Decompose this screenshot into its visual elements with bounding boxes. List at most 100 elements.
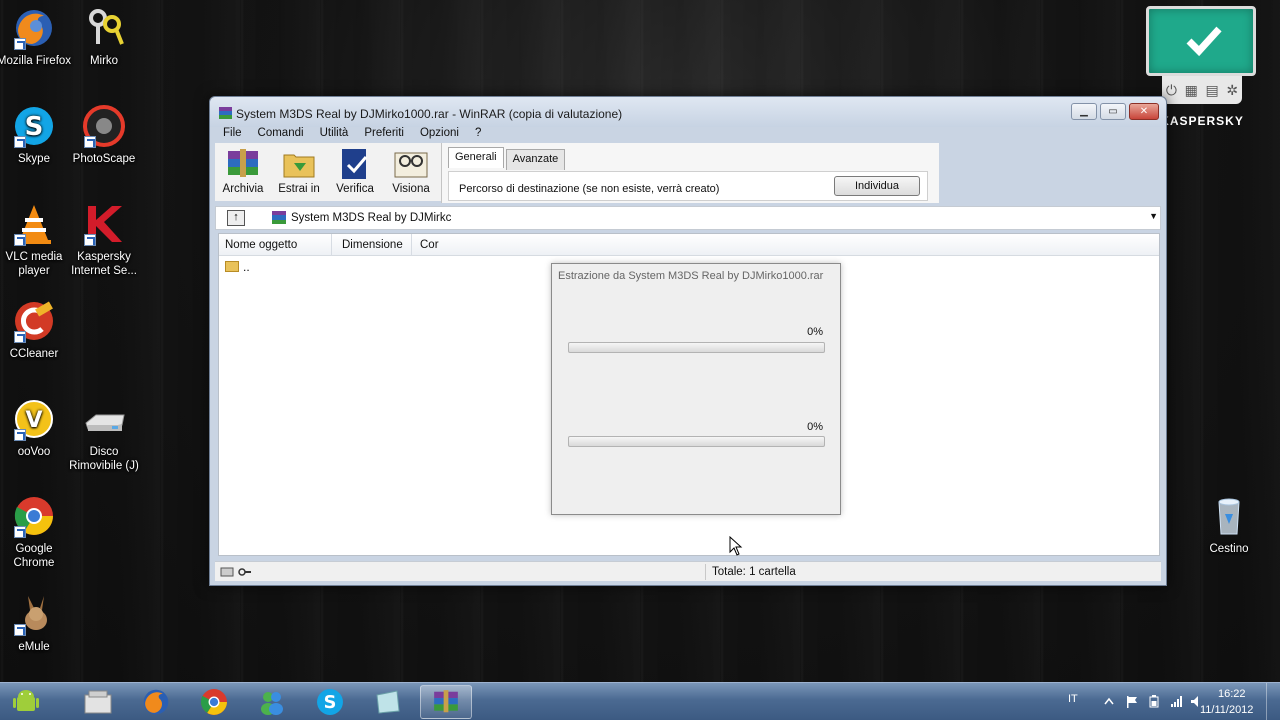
messenger-icon [261,692,283,715]
desktop-icon-label: PhotoScape [72,153,136,165]
address-dropdown-arrow-icon[interactable]: ▼ [1149,211,1158,221]
taskbar: S IT 16:22 11/11/2012 [0,682,1280,720]
column-size[interactable]: Dimensione [342,239,403,251]
kaspersky-gadget-controls: ⏻ ▦ ▤ ✲ [1162,76,1242,104]
shortcut-arrow-icon [14,38,26,50]
desktop-icon-label: Kaspersky Internet Se... [71,251,137,277]
desktop-icon-mirko[interactable]: Mirko [64,6,144,68]
column-compressed[interactable]: Cor [420,239,439,251]
taskbar-winrar[interactable] [420,685,472,719]
extract-to-button[interactable]: Estrai in [271,143,327,201]
taskbar-explorer[interactable] [72,685,124,719]
archive-label: Archivia [222,183,264,195]
power-icon[interactable]: ⏻ [1166,82,1177,99]
status-divider [705,564,706,580]
kaspersky-status-monitor [1146,6,1256,76]
network-signal-icon[interactable] [1170,695,1182,708]
taskbar-messenger[interactable] [246,685,298,719]
test-button[interactable]: Verifica [327,143,383,201]
taskbar-skype[interactable]: S [304,685,356,719]
desktop-icon-emule[interactable]: eMule [0,592,74,654]
winrar-app-icon [219,107,232,119]
archive-button[interactable]: Archivia [215,143,271,201]
close-button[interactable]: ✕ [1129,103,1159,120]
settings-gear-icon[interactable]: ✲ [1226,82,1238,99]
removable-drive-icon [82,397,126,441]
minimize-button[interactable]: ▁ [1071,103,1097,120]
window-title: System M3DS Real by DJMirko1000.rar - Wi… [236,107,623,121]
desktop-icon-removable-disk[interactable]: Disco Rimovibile (J) [64,397,144,473]
maximize-button[interactable]: ▭ [1100,103,1126,120]
menu-comandi[interactable]: Comandi [250,125,312,143]
menu-utilita[interactable]: Utilità [312,125,357,143]
menu-file[interactable]: File [215,125,250,143]
options-body: Percorso di destinazione (se non esiste,… [448,171,928,201]
extraction-progress-dialog[interactable]: Estrazione da System M3DS Real by DJMirk… [551,263,841,515]
taskbar-notes[interactable] [362,685,414,719]
file-list-header: Nome oggetto Dimensione Cor [219,234,1159,256]
view-button[interactable]: Visiona [383,143,439,201]
chrome-icon [12,494,56,538]
address-path: System M3DS Real by DJMirkc [291,212,452,224]
show-desktop-button[interactable] [1266,683,1280,720]
clock-date[interactable]: 11/11/2012 [1200,704,1253,716]
test-label: Verifica [336,183,374,195]
emule-mule-icon [12,592,56,636]
desktop-icon-ccleaner[interactable]: CCleaner [0,299,74,361]
kaspersky-icon [82,202,126,246]
menu-bar: File Comandi Utilità Preferiti Opzioni ? [215,125,1161,143]
taskbar-firefox[interactable] [130,685,182,719]
keys-icon [82,6,126,50]
menu-preferiti[interactable]: Preferiti [356,125,412,143]
winrar-icon [434,690,458,713]
title-bar[interactable]: System M3DS Real by DJMirko1000.rar - Wi… [210,97,1166,127]
action-center-flag-icon[interactable] [1126,695,1138,708]
firefox-icon [143,689,169,715]
report-icon[interactable]: ▤ [1205,82,1218,99]
svg-text:S: S [25,112,44,142]
options-tabs: Generali Avanzate [448,147,567,170]
mouse-cursor-icon [729,536,743,556]
menu-opzioni[interactable]: Opzioni [412,125,467,143]
checkmark-icon [1186,26,1222,57]
address-bar[interactable]: ↑ System M3DS Real by DJMirkc ▼ [215,206,1161,230]
show-hidden-icons-chevron-icon[interactable] [1103,695,1115,708]
desktop-icon-label: Skype [18,153,50,165]
recycle-bin-icon [1207,494,1251,538]
view-icon [392,147,430,181]
progress-dialog-title: Estrazione da System M3DS Real by DJMirk… [558,270,824,282]
browse-button[interactable]: Individua [834,176,920,196]
system-tray: IT 16:22 11/11/2012 [1040,683,1280,720]
column-divider[interactable] [411,234,412,256]
toolbar: Archivia Estrai in Verifica Visiona [215,143,441,201]
desktop-icon-label: eMule [18,641,50,653]
language-indicator[interactable]: IT [1068,693,1078,705]
desktop-icon-oovoo[interactable]: V ooVoo [0,397,74,459]
menu-help[interactable]: ? [467,125,489,143]
taskbar-chrome[interactable] [188,685,240,719]
tab-avanzate[interactable]: Avanzate [505,149,566,170]
desktop-icon-chrome[interactable]: Google Chrome [0,494,74,570]
desktop-icon-recycle-bin[interactable]: Cestino [1189,494,1269,556]
desktop-icon-vlc[interactable]: VLC media player [0,202,74,278]
column-divider[interactable] [331,234,332,256]
battery-icon[interactable] [1148,695,1160,708]
tab-generali[interactable]: Generali [448,147,504,168]
desktop-icon-label: VLC media player [5,251,63,277]
rar-file-icon [272,211,286,224]
start-button[interactable] [4,685,48,719]
desktop-icon-photoscape[interactable]: PhotoScape [64,104,144,166]
shortcut-arrow-icon [84,136,96,148]
up-arrow-icon: ↑ [233,211,239,223]
destination-path-label: Percorso di destinazione (se non esiste,… [459,183,720,195]
firefox-icon [12,6,56,50]
calendar-icon[interactable]: ▦ [1185,82,1198,99]
desktop-icon-skype[interactable]: S Skype [0,104,74,166]
list-item[interactable]: .. [225,260,250,274]
column-name[interactable]: Nome oggetto [225,239,297,251]
up-folder-button[interactable]: ↑ [227,210,245,226]
desktop-icon-kaspersky[interactable]: Kaspersky Internet Se... [64,202,144,278]
desktop-icon-label: Disco Rimovibile (J) [69,446,139,472]
clock-time[interactable]: 16:22 [1218,688,1246,700]
desktop-icon-firefox[interactable]: Mozilla Firefox [0,6,74,68]
